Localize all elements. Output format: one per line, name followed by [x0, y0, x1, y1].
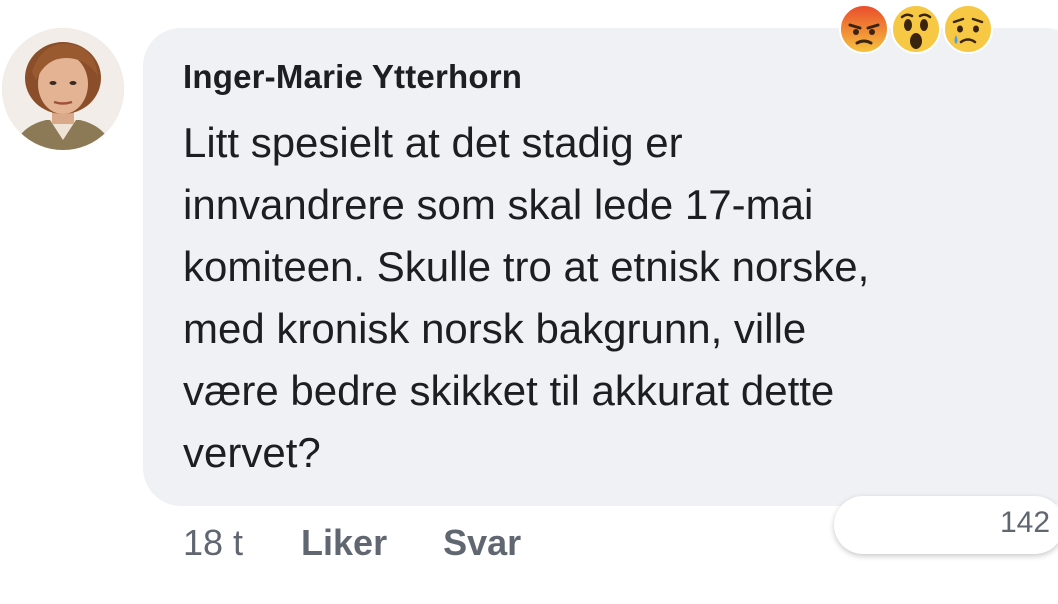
wow-reaction-icon	[890, 3, 942, 55]
comment-text-line: være bedre skikket til akkurat dette	[183, 367, 835, 414]
comment-actions: 18 t Liker Svar	[183, 520, 577, 566]
comment-author[interactable]: Inger-Marie Ytterhorn	[183, 58, 522, 96]
comment-text-line: med kronisk norsk bakgrunn, ville	[183, 305, 807, 352]
comment-text-line: Litt spesielt at det stadig er	[183, 119, 683, 166]
comment-timestamp[interactable]: 18 t	[183, 522, 243, 564]
angry-reaction-icon	[838, 3, 890, 55]
comment-text-line: innvandrere som skal lede 17-mai	[183, 181, 814, 228]
comment-text-line: vervet?	[183, 429, 321, 476]
avatar[interactable]	[2, 28, 124, 150]
comment-text: Litt spesielt at det stadig er innvandre…	[183, 112, 1043, 484]
profile-photo-icon	[2, 28, 124, 150]
reaction-count[interactable]: 142	[1000, 506, 1050, 540]
comment: Inger-Marie Ytterhorn Litt spesielt at d…	[0, 0, 1058, 604]
sad-reaction-icon	[942, 3, 994, 55]
comment-text-line: komiteen. Skulle tro at etnisk norske,	[183, 243, 870, 290]
reply-button[interactable]: Svar	[443, 522, 521, 564]
like-button[interactable]: Liker	[301, 522, 387, 564]
